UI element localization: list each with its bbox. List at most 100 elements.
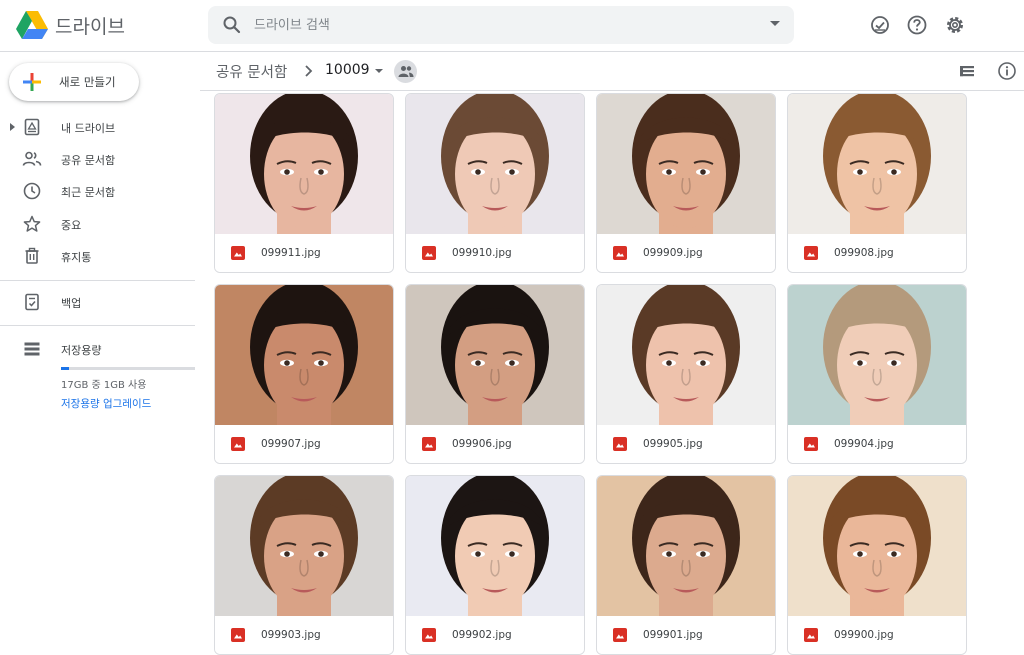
- face-photo-image: [597, 94, 775, 234]
- file-thumbnail[interactable]: [597, 285, 775, 425]
- clock-icon: [23, 182, 41, 200]
- file-card[interactable]: 099906.jpg: [405, 284, 585, 464]
- image-file-icon: [422, 246, 436, 260]
- sidebar-item-my-drive[interactable]: 내 드라이브: [0, 112, 195, 142]
- file-grid: 099911.jpg 099910.jpg 099909.jpg 099908.jpg…: [214, 93, 974, 655]
- face-photo-image: [406, 476, 584, 616]
- face-photo-image: [406, 285, 584, 425]
- sidebar-item-storage[interactable]: 저장용량: [0, 334, 195, 364]
- file-card[interactable]: 099907.jpg: [214, 284, 394, 464]
- app-title[interactable]: 드라이브: [55, 12, 125, 39]
- file-card[interactable]: 099903.jpg: [214, 475, 394, 655]
- sidebar-item-label: 휴지통: [61, 251, 92, 264]
- file-thumbnail[interactable]: [215, 94, 393, 234]
- file-card[interactable]: 099904.jpg: [787, 284, 967, 464]
- file-thumbnail[interactable]: [788, 94, 966, 234]
- ready-offline-icon[interactable]: [869, 14, 891, 36]
- file-card-footer[interactable]: 099900.jpg: [788, 616, 966, 654]
- file-card-footer[interactable]: 099907.jpg: [215, 425, 393, 463]
- my-drive-icon: [24, 118, 40, 136]
- file-name: 099900.jpg: [834, 629, 894, 641]
- sidebar-item-backups[interactable]: 백업: [0, 287, 195, 317]
- file-card[interactable]: 099909.jpg: [596, 93, 776, 273]
- image-file-icon: [804, 246, 818, 260]
- expand-caret-icon[interactable]: [10, 123, 15, 131]
- file-card-footer[interactable]: 099903.jpg: [215, 616, 393, 654]
- file-card-footer[interactable]: 099909.jpg: [597, 234, 775, 272]
- file-thumbnail[interactable]: [788, 476, 966, 616]
- sidebar-item-label: 공유 문서함: [61, 154, 116, 167]
- image-file-icon: [613, 246, 627, 260]
- search-options-icon[interactable]: [770, 21, 780, 26]
- file-thumbnail[interactable]: [406, 285, 584, 425]
- file-name: 099908.jpg: [834, 247, 894, 259]
- file-card-footer[interactable]: 099901.jpg: [597, 616, 775, 654]
- sidebar-divider: [0, 325, 195, 326]
- sidebar-item-trash[interactable]: 휴지통: [0, 241, 195, 271]
- file-name: 099911.jpg: [261, 247, 321, 259]
- folder-toolbar: 공유 문서함 10009: [200, 52, 1024, 91]
- file-card[interactable]: 099908.jpg: [787, 93, 967, 273]
- search-bar[interactable]: [208, 6, 794, 44]
- file-card-footer[interactable]: 099910.jpg: [406, 234, 584, 272]
- sidebar: 새로 만들기 내 드라이브 공유 문서함 최근 문서함 중요 휴지통 백업 저장…: [0, 52, 200, 640]
- sidebar-item-label: 내 드라이브: [61, 122, 116, 135]
- file-name: 099902.jpg: [452, 629, 512, 641]
- help-icon[interactable]: [906, 14, 928, 36]
- new-button-label: 새로 만들기: [59, 75, 116, 89]
- face-photo-image: [597, 476, 775, 616]
- new-button[interactable]: 새로 만들기: [9, 63, 139, 101]
- file-card-footer[interactable]: 099911.jpg: [215, 234, 393, 272]
- search-icon[interactable]: [222, 15, 242, 35]
- file-thumbnail[interactable]: [788, 285, 966, 425]
- file-thumbnail[interactable]: [406, 476, 584, 616]
- settings-gear-icon[interactable]: [944, 14, 966, 36]
- folder-menu-caret-icon[interactable]: [375, 69, 383, 73]
- file-name: 099906.jpg: [452, 438, 512, 450]
- image-file-icon: [804, 437, 818, 451]
- sidebar-item-label: 중요: [61, 219, 82, 232]
- storage-icon: [24, 342, 40, 356]
- file-card[interactable]: 099910.jpg: [405, 93, 585, 273]
- sidebar-item-starred[interactable]: 중요: [0, 209, 195, 239]
- star-icon: [23, 215, 41, 232]
- file-card-footer[interactable]: 099906.jpg: [406, 425, 584, 463]
- search-input[interactable]: [254, 14, 734, 36]
- file-card-footer[interactable]: 099902.jpg: [406, 616, 584, 654]
- image-file-icon: [231, 437, 245, 451]
- top-bar: 드라이브: [0, 0, 1024, 52]
- file-card-footer[interactable]: 099908.jpg: [788, 234, 966, 272]
- file-name: 099907.jpg: [261, 438, 321, 450]
- face-photo-image: [788, 476, 966, 616]
- trash-icon: [25, 247, 39, 264]
- sidebar-item-label: 백업: [61, 297, 82, 310]
- file-card[interactable]: 099900.jpg: [787, 475, 967, 655]
- sidebar-item-shared[interactable]: 공유 문서함: [0, 144, 195, 174]
- face-photo-image: [788, 94, 966, 234]
- file-card[interactable]: 099905.jpg: [596, 284, 776, 464]
- breadcrumb-shared[interactable]: 공유 문서함: [216, 61, 287, 82]
- chevron-right-icon: [305, 65, 313, 77]
- file-card[interactable]: 099901.jpg: [596, 475, 776, 655]
- info-icon[interactable]: [997, 61, 1017, 81]
- file-card[interactable]: 099902.jpg: [405, 475, 585, 655]
- upgrade-storage-link[interactable]: 저장용량 업그레이드: [61, 396, 151, 411]
- image-file-icon: [231, 246, 245, 260]
- file-thumbnail[interactable]: [597, 476, 775, 616]
- list-view-icon[interactable]: [957, 61, 977, 81]
- file-name: 099901.jpg: [643, 629, 703, 641]
- file-name: 099905.jpg: [643, 438, 703, 450]
- file-card-footer[interactable]: 099904.jpg: [788, 425, 966, 463]
- face-photo-image: [597, 285, 775, 425]
- file-name: 099910.jpg: [452, 247, 512, 259]
- file-thumbnail[interactable]: [215, 285, 393, 425]
- people-icon: [398, 66, 414, 77]
- file-card[interactable]: 099911.jpg: [214, 93, 394, 273]
- sidebar-item-recent[interactable]: 최근 문서함: [0, 176, 195, 206]
- file-thumbnail[interactable]: [215, 476, 393, 616]
- file-card-footer[interactable]: 099905.jpg: [597, 425, 775, 463]
- drive-logo-icon[interactable]: [16, 10, 48, 40]
- file-thumbnail[interactable]: [406, 94, 584, 234]
- file-thumbnail[interactable]: [597, 94, 775, 234]
- breadcrumb-current-folder[interactable]: 10009: [325, 62, 370, 78]
